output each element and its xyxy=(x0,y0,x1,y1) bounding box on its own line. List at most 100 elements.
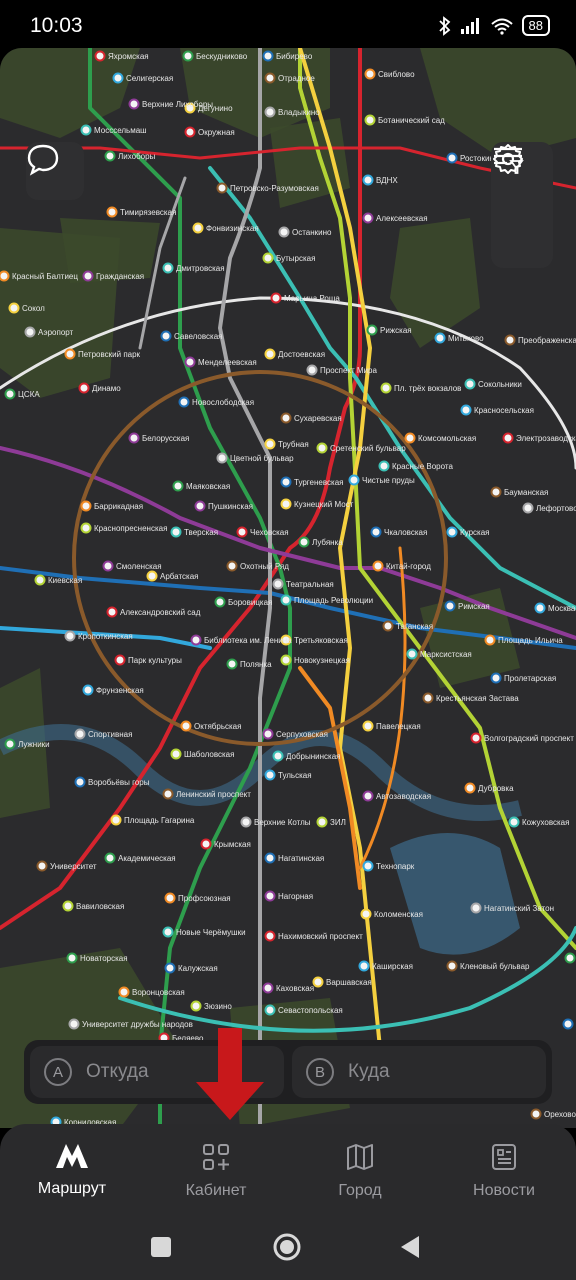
station-label[interactable]: Проспект Мира xyxy=(320,366,377,375)
gear-icon[interactable] xyxy=(491,142,525,176)
station-node[interactable] xyxy=(226,658,238,670)
station-node[interactable] xyxy=(184,126,196,138)
station-label[interactable]: Новокузнецкая xyxy=(294,656,350,665)
nav-news[interactable]: Новости xyxy=(432,1124,576,1214)
station-node[interactable] xyxy=(522,502,534,514)
station-node[interactable] xyxy=(446,526,458,538)
station-node[interactable] xyxy=(382,620,394,632)
station-node[interactable] xyxy=(404,432,416,444)
metro-map[interactable]: Яхромская Бескудниково Бибирево Селигерская… xyxy=(0,48,576,1128)
station-node[interactable] xyxy=(146,570,158,582)
station-label[interactable]: Гражданская xyxy=(96,272,144,281)
station-node[interactable] xyxy=(34,574,46,586)
station-node[interactable] xyxy=(264,348,276,360)
station-node[interactable] xyxy=(264,1004,276,1016)
station-node[interactable] xyxy=(264,72,276,84)
station-node[interactable] xyxy=(94,50,106,62)
station-label[interactable]: Сокол xyxy=(22,304,45,313)
station-label[interactable]: Бутырская xyxy=(276,254,315,263)
station-label[interactable]: Фонвизинская xyxy=(206,224,259,233)
station-node[interactable] xyxy=(200,838,212,850)
station-label[interactable]: Библиотека им. Ленина xyxy=(204,636,292,645)
station-label[interactable]: Савеловская xyxy=(174,332,222,341)
station-node[interactable] xyxy=(270,292,282,304)
station-label[interactable]: Новослободская xyxy=(192,398,254,407)
station-label[interactable]: Александровский сад xyxy=(120,608,201,617)
station-label[interactable]: Новаторская xyxy=(80,954,128,963)
station-label[interactable]: Лубянка xyxy=(312,538,343,547)
station-node[interactable] xyxy=(66,952,78,964)
station-label[interactable]: Тургеневская xyxy=(294,478,343,487)
station-node[interactable] xyxy=(564,952,576,964)
station-label[interactable]: Лужники xyxy=(18,740,50,749)
station-node[interactable] xyxy=(534,602,546,614)
station-label[interactable]: Владыкино xyxy=(278,108,320,117)
station-label[interactable]: Каширская xyxy=(372,962,413,971)
station-label[interactable]: Октябрьская xyxy=(194,722,241,731)
station-node[interactable] xyxy=(184,356,196,368)
station-label[interactable]: ЦСКА xyxy=(18,390,40,399)
station-node[interactable] xyxy=(164,892,176,904)
station-label[interactable]: Пушкинская xyxy=(208,502,253,511)
station-node[interactable] xyxy=(182,50,194,62)
station-label[interactable]: Сухаревская xyxy=(294,414,342,423)
station-node[interactable] xyxy=(562,1018,574,1030)
station-node[interactable] xyxy=(422,692,434,704)
station-node[interactable] xyxy=(280,412,292,424)
station-label[interactable]: Крымская xyxy=(214,840,251,849)
station-label[interactable]: Лефортово xyxy=(536,504,576,513)
station-label[interactable]: Бауманская xyxy=(504,488,548,497)
station-label[interactable]: Свиблово xyxy=(378,70,415,79)
station-node[interactable] xyxy=(460,404,472,416)
station-label[interactable]: Волгоградский проспект xyxy=(484,734,574,743)
station-label[interactable]: Римская xyxy=(458,602,490,611)
station-label[interactable]: Парк культуры xyxy=(128,656,182,665)
station-label[interactable]: Динамо xyxy=(92,384,121,393)
station-label[interactable]: Ленинский проспект xyxy=(176,790,251,799)
station-label[interactable]: Белорусская xyxy=(142,434,189,443)
station-label[interactable]: Арбатская xyxy=(160,572,199,581)
station-node[interactable] xyxy=(82,684,94,696)
station-label[interactable]: Чеховская xyxy=(250,528,289,537)
station-node[interactable] xyxy=(490,672,502,684)
station-node[interactable] xyxy=(262,982,274,994)
station-label[interactable]: Дубровка xyxy=(478,784,514,793)
station-node[interactable] xyxy=(508,816,520,828)
station-label[interactable]: Варшавская xyxy=(326,978,372,987)
station-node[interactable] xyxy=(114,654,126,666)
station-node[interactable] xyxy=(104,852,116,864)
station-node[interactable] xyxy=(360,908,372,920)
recent-apps-icon[interactable] xyxy=(150,1236,172,1258)
station-node[interactable] xyxy=(364,68,376,80)
station-label[interactable]: Третьяковская xyxy=(294,636,348,645)
station-label[interactable]: Профсоюзная xyxy=(178,894,231,903)
station-node[interactable] xyxy=(162,262,174,274)
station-node[interactable] xyxy=(298,536,310,548)
nav-city[interactable]: Город xyxy=(288,1124,432,1214)
station-node[interactable] xyxy=(264,930,276,942)
station-node[interactable] xyxy=(362,174,374,186)
station-label[interactable]: Добрынинская xyxy=(286,752,341,761)
station-label[interactable]: Марксистская xyxy=(420,650,472,659)
station-node[interactable] xyxy=(262,252,274,264)
station-label[interactable]: Воронцовская xyxy=(132,988,185,997)
station-label[interactable]: Красносельская xyxy=(474,406,534,415)
station-label[interactable]: Полянка xyxy=(240,660,272,669)
station-node[interactable] xyxy=(80,124,92,136)
station-node[interactable] xyxy=(80,522,92,534)
station-label[interactable]: Пролетарская xyxy=(504,674,556,683)
nav-route[interactable]: Маршрут xyxy=(0,1124,144,1214)
station-node[interactable] xyxy=(502,432,514,444)
station-label[interactable]: Селигерская xyxy=(126,74,173,83)
station-label[interactable]: Мосссельмаш xyxy=(94,126,147,135)
station-label[interactable]: Тверская xyxy=(184,528,218,537)
station-label[interactable]: Красный Балтиец xyxy=(12,272,78,281)
station-node[interactable] xyxy=(362,720,374,732)
station-node[interactable] xyxy=(240,816,252,828)
station-node[interactable] xyxy=(464,378,476,390)
station-label[interactable]: Достоевская xyxy=(278,350,325,359)
station-node[interactable] xyxy=(434,332,446,344)
station-label[interactable]: Орехово xyxy=(544,1110,576,1119)
station-node[interactable] xyxy=(214,596,226,608)
station-node[interactable] xyxy=(74,728,86,740)
